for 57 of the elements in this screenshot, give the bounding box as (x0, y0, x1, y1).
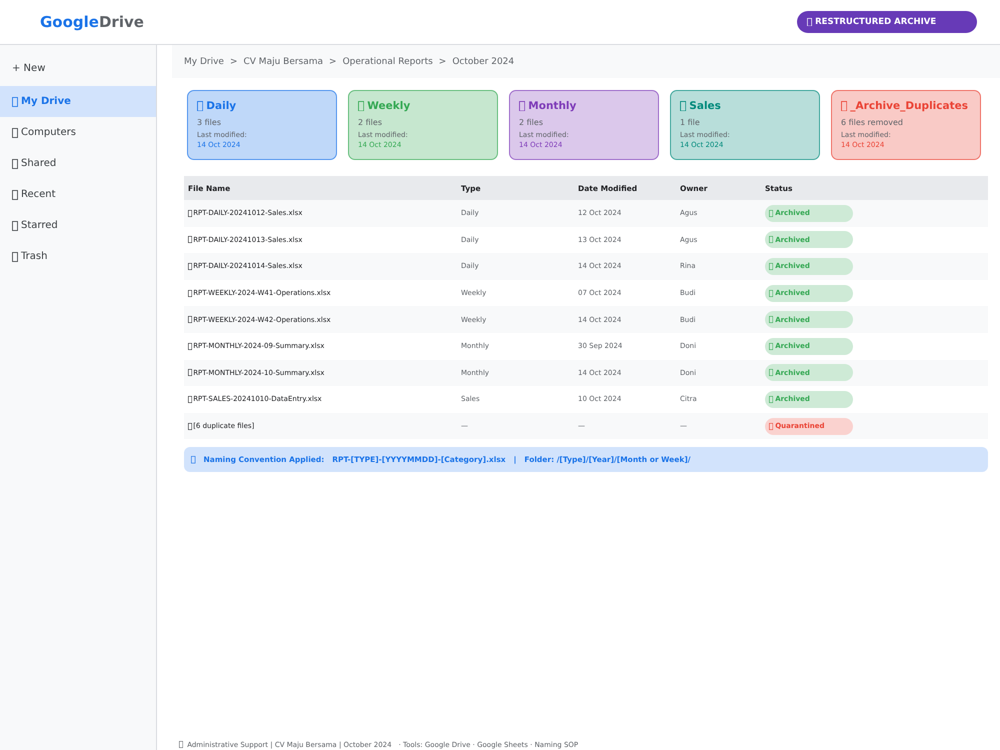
file-count: 2 files (519, 117, 544, 128)
file-count: 6 files removed (841, 117, 904, 128)
glyph-box-icon (769, 262, 774, 270)
folder-name: Sales (689, 100, 721, 112)
glyph-box-icon (188, 342, 192, 350)
sidebar-item[interactable]: Starred (0, 210, 156, 241)
glyph-box-icon (769, 396, 774, 403)
glyph-box-icon (188, 396, 192, 403)
file-count: 2 files (358, 117, 383, 128)
glyph-box-icon (519, 100, 526, 112)
badge-label: RESTRUCTURED ARCHIVE (815, 17, 936, 27)
sidebar-item[interactable]: Computers (0, 117, 156, 148)
glyph-box-icon (188, 422, 192, 430)
glyph-box-icon (188, 316, 192, 324)
glyph-box-icon (12, 96, 18, 106)
glyph-box-icon (807, 18, 812, 26)
folder-name: Monthly (528, 100, 576, 112)
glyph-box-icon (12, 158, 18, 168)
folder-name: _Archive_Duplicates (850, 100, 968, 112)
glyph-box-icon (188, 290, 192, 297)
glyph-box-icon (769, 290, 774, 297)
glyph-box-icon (769, 210, 774, 217)
glyph-box-icon (841, 100, 848, 112)
glyph-box-icon (769, 236, 774, 244)
folder-name: Weekly (367, 100, 410, 112)
new-button[interactable]: + New (0, 53, 46, 84)
breadcrumb-link[interactable]: October 2024 (452, 56, 514, 66)
glyph-box-icon (769, 316, 774, 324)
folder-name: Daily (206, 100, 236, 112)
breadcrumb-link[interactable]: My Drive (184, 56, 224, 66)
glyph-box-icon (188, 210, 192, 217)
glyph-box-icon (197, 100, 204, 112)
glyph-box-icon (12, 220, 18, 230)
glyph-box-icon (12, 252, 18, 262)
glyph-box-icon (769, 369, 774, 376)
glyph-box-icon (188, 262, 192, 270)
glyph-box-icon (769, 422, 774, 430)
glyph-box-icon (12, 190, 18, 200)
glyph-box-icon (769, 342, 774, 350)
breadcrumb-link[interactable]: CV Maju Bersama (244, 56, 324, 66)
sidebar-item[interactable]: Recent (0, 179, 156, 210)
glyph-box-icon (179, 741, 184, 748)
glyph-box-icon (12, 128, 18, 138)
glyph-box-icon (188, 236, 192, 244)
sidebar-item[interactable]: Shared (0, 148, 156, 179)
glyph-box-icon (680, 100, 686, 112)
app-logo: GoogleDrive (40, 13, 144, 31)
file-count: 1 file (680, 117, 701, 128)
breadcrumb-separator: > (329, 56, 337, 66)
glyph-box-icon (358, 100, 364, 112)
sidebar-item[interactable]: Trash (0, 241, 156, 272)
glyph-box-icon (191, 456, 196, 464)
breadcrumb-link[interactable]: Operational Reports (342, 56, 433, 66)
breadcrumb-separator: > (438, 56, 446, 66)
file-count: 3 files (197, 117, 222, 128)
glyph-box-icon (188, 369, 192, 376)
breadcrumb-separator: > (230, 56, 238, 66)
